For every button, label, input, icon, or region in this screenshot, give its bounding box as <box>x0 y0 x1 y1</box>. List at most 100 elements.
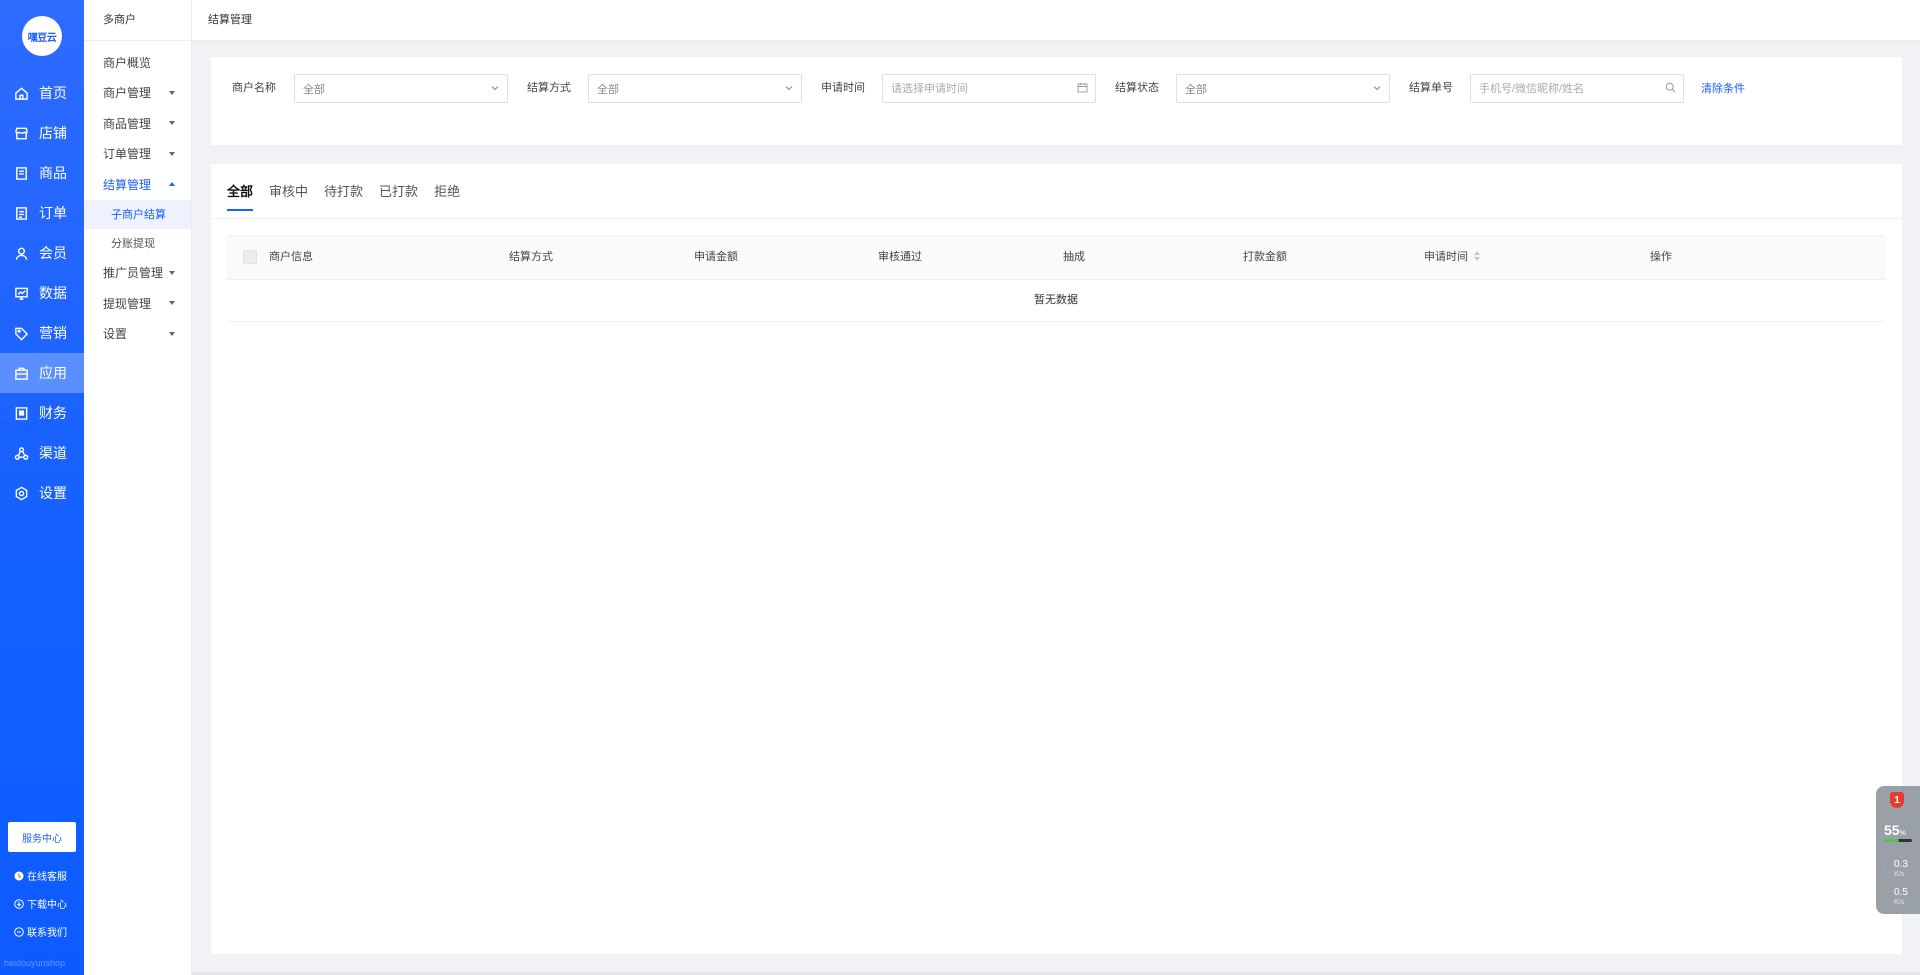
clear-filters-link[interactable]: 清除条件 <box>1701 80 1745 96</box>
gear-icon <box>15 486 28 500</box>
chat-icon <box>14 926 24 937</box>
tab-all[interactable]: 全部 <box>227 164 254 219</box>
nav-item-finance[interactable]: 财务 <box>0 393 84 433</box>
sub-sidebar: 多商户 商户概览 商户管理 商品管理 订单管理 结算管理 子商户结算 分账提现 … <box>84 0 192 975</box>
sub-nav-label: 子商户结算 <box>111 209 166 221</box>
sub-nav-item-promoter-manage[interactable]: 推广员管理 <box>84 258 191 289</box>
sub-nav-item-split-withdraw[interactable]: 分账提现 <box>84 229 191 258</box>
nav-label: 营销 <box>39 325 67 341</box>
column-apply-time[interactable]: 申请时间 <box>1424 236 1480 279</box>
download-speed: 0.5 K/s <box>1894 888 1908 908</box>
sub-nav-list: 商户概览 商户管理 商品管理 订单管理 结算管理 子商户结算 分账提现 推广员管… <box>84 41 191 349</box>
contact-us-link[interactable]: 联系我们 <box>14 924 67 939</box>
sub-nav-label: 推广员管理 <box>103 266 164 281</box>
nav-item-home[interactable]: 首页 <box>0 73 84 113</box>
nav-label: 财务 <box>39 405 67 421</box>
nav-item-store[interactable]: 店铺 <box>0 113 84 153</box>
merchant-name-label: 商户名称 <box>232 82 276 94</box>
channel-icon <box>14 446 29 460</box>
nav-label: 应用 <box>39 365 67 381</box>
main-nav: 首页 店铺 商品 订单 会员 数据 营销 应用 财务 渠道 设置 <box>0 73 84 513</box>
nav-item-data[interactable]: 数据 <box>0 273 84 313</box>
search-icon[interactable] <box>1665 82 1676 93</box>
nav-item-goods[interactable]: 商品 <box>0 153 84 193</box>
settle-no-input[interactable] <box>1479 82 1649 95</box>
merchant-name-value: 全部 <box>303 83 325 96</box>
settle-status-label: 结算状态 <box>1115 82 1159 94</box>
settle-status-select[interactable]: 全部 <box>1176 74 1390 103</box>
sub-nav-item-sub-merchant-settlement[interactable]: 子商户结算 <box>84 199 191 229</box>
column-paid-amount: 打款金额 <box>1243 251 1287 263</box>
member-icon <box>15 247 28 260</box>
nav-item-settings[interactable]: 设置 <box>0 473 84 513</box>
chevron-down-icon <box>785 86 793 91</box>
download-center-link[interactable]: 下载中心 <box>14 896 67 911</box>
sub-nav-label: 提现管理 <box>103 296 152 311</box>
tab-pending-payment[interactable]: 待打款 <box>324 164 363 219</box>
data-icon <box>15 287 28 300</box>
settle-no-label: 结算单号 <box>1409 82 1453 94</box>
sub-nav-item-goods-manage[interactable]: 商品管理 <box>84 108 191 139</box>
system-monitor-widget[interactable]: 1 55% ↑ 0.3 K/s ↓ 0.5 K/s <box>1876 786 1920 914</box>
sub-nav-item-merchant-overview[interactable]: 商户概览 <box>84 47 191 78</box>
sub-nav-item-withdraw-manage[interactable]: 提现管理 <box>84 288 191 319</box>
home-icon <box>15 86 28 100</box>
sub-nav-label: 设置 <box>103 327 128 342</box>
upload-speed-unit: K/s <box>1894 871 1905 878</box>
tab-reviewing[interactable]: 审核中 <box>269 164 308 219</box>
select-all-checkbox[interactable] <box>243 250 257 264</box>
sub-nav-item-settings[interactable]: 设置 <box>84 319 191 350</box>
nav-label: 商品 <box>39 165 67 181</box>
sub-sidebar-title: 多商户 <box>84 0 191 41</box>
service-center-button[interactable]: 服务中心 <box>8 822 76 852</box>
nav-item-member[interactable]: 会员 <box>0 233 84 273</box>
nav-item-order[interactable]: 订单 <box>0 193 84 233</box>
sub-nav-item-order-manage[interactable]: 订单管理 <box>84 139 191 170</box>
sub-nav-label: 分账提现 <box>111 238 155 250</box>
caret-down-icon <box>169 90 175 95</box>
goods-icon <box>16 166 27 180</box>
online-service-link[interactable]: 在线客服 <box>14 868 67 883</box>
sub-nav-item-merchant-manage[interactable]: 商户管理 <box>84 78 191 109</box>
column-commission: 抽成 <box>1063 251 1085 263</box>
apply-time-label: 申请时间 <box>821 82 865 94</box>
nav-item-app[interactable]: 应用 <box>0 353 84 393</box>
brand-logo[interactable]: 嘿豆云 <box>22 16 62 56</box>
column-apply-amount: 申请金额 <box>694 251 738 263</box>
settle-no-search[interactable] <box>1470 74 1684 103</box>
security-shield-icon: 1 <box>1890 792 1904 808</box>
nav-item-marketing[interactable]: 营销 <box>0 313 84 353</box>
settle-method-label: 结算方式 <box>527 82 571 94</box>
cpu-percent: 55% <box>1884 822 1906 838</box>
sub-nav-label: 商户管理 <box>103 86 152 101</box>
order-icon <box>16 206 27 220</box>
tab-rejected[interactable]: 拒绝 <box>434 164 460 219</box>
settle-method-select[interactable]: 全部 <box>588 74 802 103</box>
sort-icon[interactable] <box>1474 251 1480 262</box>
cpu-usage-bar <box>1884 839 1912 842</box>
watermark: heidouyunshop <box>4 958 66 968</box>
finance-icon <box>15 406 28 420</box>
apply-time-input[interactable] <box>891 82 1061 95</box>
upload-speed-value: 0.3 <box>1894 859 1908 870</box>
sub-nav-label: 订单管理 <box>103 147 152 162</box>
cpu-percent-unit: % <box>1899 830 1906 837</box>
tab-paid[interactable]: 已打款 <box>379 164 418 219</box>
nav-item-channel[interactable]: 渠道 <box>0 433 84 473</box>
filter-panel: 商户名称 全部 结算方式 全部 申请时间 结算状态 全部 结算单号 清除条件 <box>211 57 1902 145</box>
nav-label: 设置 <box>39 485 67 501</box>
download-icon <box>14 898 24 909</box>
apply-time-picker[interactable] <box>882 74 1096 103</box>
caret-up-icon <box>169 182 175 187</box>
contact-us-label: 联系我们 <box>27 928 67 939</box>
online-service-label: 在线客服 <box>27 872 67 883</box>
store-icon <box>15 127 28 139</box>
merchant-name-select[interactable]: 全部 <box>294 74 508 103</box>
cpu-usage-fill <box>1884 839 1900 842</box>
headset-icon <box>14 871 24 880</box>
sub-nav-label: 商品管理 <box>103 116 152 131</box>
chevron-down-icon <box>1373 86 1381 91</box>
sub-nav-item-settlement-manage[interactable]: 结算管理 <box>84 169 191 200</box>
tab-divider <box>211 218 1902 219</box>
chevron-down-icon <box>491 86 499 91</box>
